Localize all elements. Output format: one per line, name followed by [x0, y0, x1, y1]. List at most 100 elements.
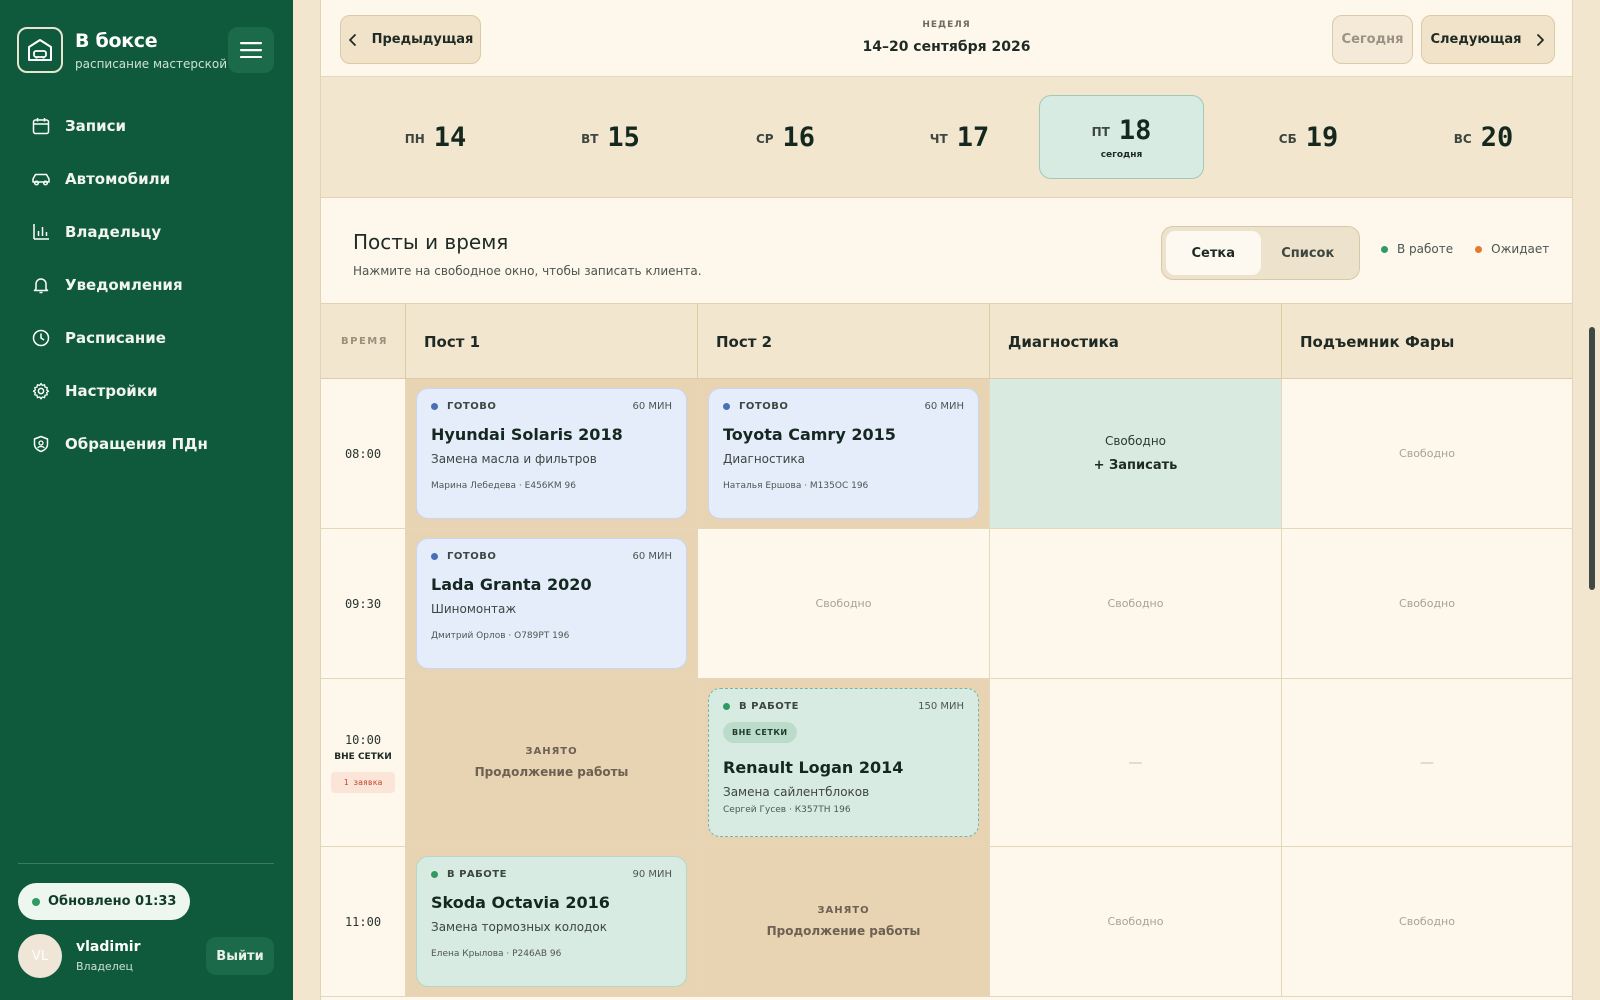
- day-fri-today[interactable]: ПТ 18 сегодня: [1039, 95, 1204, 179]
- user-name: vladimir: [76, 939, 141, 955]
- user-profile: VL vladimir Владелец: [18, 934, 140, 978]
- day-name: ЧТ: [929, 131, 948, 146]
- busy-slot: ЗАНЯТО Продолжение работы: [698, 847, 990, 997]
- time-slot: 08:00: [321, 379, 406, 529]
- card-status: В РАБОТЕ: [739, 701, 799, 712]
- gear-icon: [31, 381, 51, 401]
- slot-cell: В РАБОТЕ 90 МИН Skoda Octavia 2016 Замена…: [406, 847, 698, 997]
- card-client: Дмитрий Орлов · О789РТ 196: [431, 631, 570, 641]
- free-slot[interactable]: Свободно: [1282, 529, 1572, 679]
- view-toggle: Сетка Список: [1161, 226, 1360, 280]
- busy-continuation: Продолжение работы: [766, 924, 921, 938]
- menu-button[interactable]: [228, 27, 274, 73]
- status-dot-icon: [32, 897, 40, 906]
- day-name: ПТ: [1091, 124, 1110, 139]
- next-week-label: Следующая: [1430, 32, 1522, 47]
- card-duration: 60 МИН: [632, 401, 672, 412]
- sidebar-item-cars[interactable]: Автомобили: [0, 152, 293, 205]
- brand: В боксе расписание мастерской: [17, 27, 227, 73]
- day-name: СР: [755, 131, 774, 146]
- time-value: 11:00: [344, 914, 382, 929]
- status-dot-icon: [723, 703, 730, 710]
- updated-text: Обновлено 01:33: [48, 894, 177, 909]
- free-slot[interactable]: Свободно: [698, 529, 990, 679]
- busy-label: ЗАНЯТО: [525, 746, 578, 757]
- sidebar-item-label: Настройки: [65, 381, 158, 400]
- day-number: 14: [433, 121, 467, 153]
- day-name: ПН: [404, 131, 425, 146]
- booking-card[interactable]: В РАБОТЕ 90 МИН Skoda Octavia 2016 Замена…: [416, 856, 687, 987]
- legend-wait-dot: [1475, 245, 1483, 253]
- main-panel: Предыдущая НЕДЕЛЯ 14–20 сентября 2026 Се…: [320, 0, 1573, 1000]
- card-title: Skoda Octavia 2016: [431, 893, 610, 912]
- sidebar-item-schedule[interactable]: Расписание: [0, 311, 293, 364]
- card-status: ГОТОВО: [447, 401, 497, 412]
- chevron-right-icon: [1537, 33, 1545, 46]
- booking-card[interactable]: ГОТОВО 60 МИН Hyundai Solaris 2018 Замена…: [416, 388, 687, 519]
- sidebar-item-owner[interactable]: Владельцу: [0, 205, 293, 258]
- booking-card[interactable]: В РАБОТЕ 150 МИН ВНЕ СЕТКИ Renault Logan …: [708, 688, 979, 837]
- free-slot[interactable]: Свободно: [990, 847, 1282, 997]
- legend-work: В работе: [1397, 242, 1454, 256]
- slot-cell: ГОТОВО 60 МИН Lada Granta 2020 Шиномонтаж…: [406, 529, 698, 679]
- day-number: 20: [1480, 121, 1514, 153]
- card-duration: 60 МИН: [924, 401, 964, 412]
- free-slot[interactable]: Свободно: [1282, 379, 1572, 529]
- sidebar-item-records[interactable]: Записи: [0, 99, 293, 152]
- booking-card[interactable]: ГОТОВО 60 МИН Lada Granta 2020 Шиномонтаж…: [416, 538, 687, 669]
- status-dot-icon: [723, 403, 730, 410]
- day-thu[interactable]: ЧТ 17: [877, 95, 1042, 179]
- time-value: 10:00: [344, 732, 382, 747]
- card-service: Замена сайлентблоков: [723, 785, 870, 799]
- plus-icon: +: [1093, 458, 1110, 473]
- day-mon[interactable]: ПН 14: [353, 95, 518, 179]
- slot-cell: ГОТОВО 60 МИН Toyota Camry 2015 Диагности…: [698, 379, 990, 529]
- scrollbar[interactable]: [1589, 327, 1595, 590]
- sidebar-item-notifications[interactable]: Уведомления: [0, 258, 293, 311]
- status-dot-icon: [431, 553, 438, 560]
- request-count-badge[interactable]: 1 заявка: [330, 771, 396, 793]
- legend-wait: Ожидает: [1491, 242, 1550, 256]
- grid-header: ВРЕМЯ Пост 1 Пост 2 Диагностика Подъемни…: [321, 304, 1572, 379]
- updated-status-badge: Обновлено 01:33: [18, 883, 191, 920]
- off-grid-label: ВНЕ СЕТКИ: [334, 751, 392, 762]
- view-list-tab[interactable]: Список: [1261, 231, 1356, 275]
- today-label: сегодня: [1100, 149, 1143, 160]
- card-duration: 90 МИН: [632, 869, 672, 880]
- time-slot: 09:30: [321, 529, 406, 679]
- today-button[interactable]: Сегодня: [1332, 15, 1413, 64]
- free-slot[interactable]: Свободно: [1282, 847, 1572, 997]
- busy-label: ЗАНЯТО: [817, 905, 870, 916]
- posts-header: Посты и время Нажмите на свободное окно,…: [321, 198, 1572, 304]
- day-number: 19: [1305, 121, 1339, 153]
- week-toolbar: Предыдущая НЕДЕЛЯ 14–20 сентября 2026 Се…: [321, 0, 1572, 77]
- card-client: Сергей Гусев · К357ТН 196: [723, 805, 851, 815]
- day-sun[interactable]: ВС 20: [1401, 95, 1566, 179]
- logout-button[interactable]: Выйти: [206, 937, 274, 975]
- busy-continuation: Продолжение работы: [474, 765, 629, 779]
- sidebar-item-label: Расписание: [65, 328, 166, 347]
- car-icon: [31, 169, 51, 189]
- free-slot-highlighted[interactable]: Свободно + Записать: [990, 379, 1282, 529]
- bar-chart-icon: [31, 222, 51, 242]
- free-slot-label: Свободно: [1104, 434, 1167, 448]
- day-wed[interactable]: СР 16: [703, 95, 868, 179]
- card-service: Замена масла и фильтров: [431, 452, 597, 466]
- view-grid-tab[interactable]: Сетка: [1166, 231, 1261, 275]
- day-sat[interactable]: СБ 19: [1226, 95, 1391, 179]
- card-duration: 150 МИН: [918, 701, 964, 712]
- empty-slot: —: [990, 679, 1282, 847]
- time-value: 09:30: [344, 596, 382, 611]
- free-slot[interactable]: Свободно: [990, 529, 1282, 679]
- sidebar-item-pdn-requests[interactable]: Обращения ПДн: [0, 417, 293, 470]
- booking-card[interactable]: ГОТОВО 60 МИН Toyota Camry 2015 Диагности…: [708, 388, 979, 519]
- day-tue[interactable]: ВТ 15: [528, 95, 693, 179]
- book-slot-button[interactable]: + Записать: [1094, 458, 1178, 473]
- sidebar-item-settings[interactable]: Настройки: [0, 364, 293, 417]
- day-number: 15: [607, 121, 640, 153]
- time-slot: 11:00: [321, 847, 406, 997]
- slot-cell: В РАБОТЕ 150 МИН ВНЕ СЕТКИ Renault Logan …: [698, 679, 990, 847]
- book-label: Записать: [1109, 458, 1178, 473]
- garage-logo-icon: [17, 27, 63, 73]
- next-week-button[interactable]: Следующая: [1421, 15, 1555, 64]
